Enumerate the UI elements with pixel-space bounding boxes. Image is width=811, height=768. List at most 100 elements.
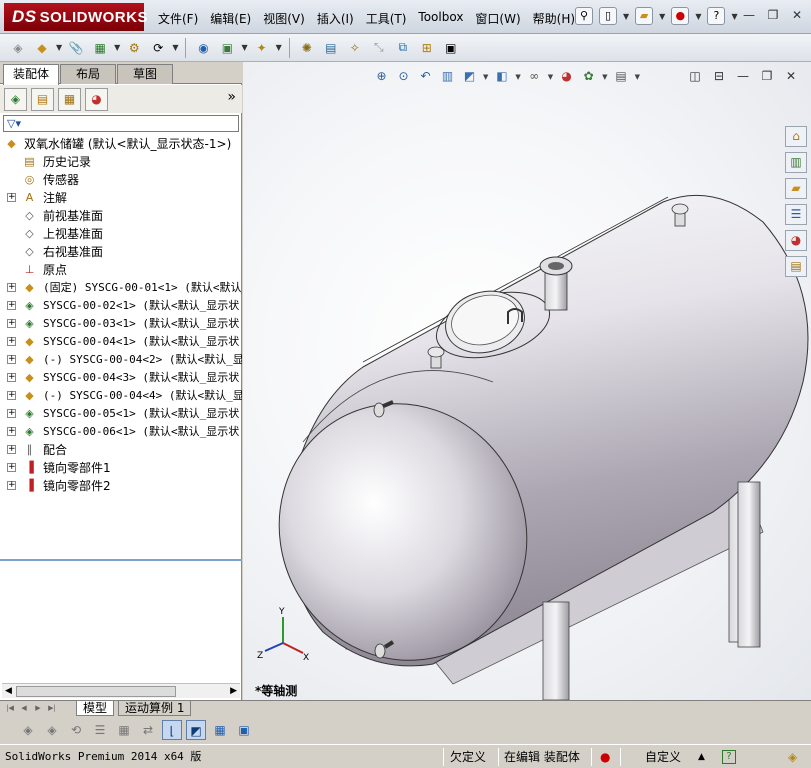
new-motion-study-icon[interactable]: ✺: [297, 38, 317, 58]
last-tab-icon[interactable]: ▶|: [46, 703, 58, 714]
expand-toggle-icon[interactable]: +: [7, 463, 16, 472]
sketch-tool-icon[interactable]: ⌊: [162, 720, 182, 740]
tree-item[interactable]: + ▐ 镜向零部件1: [0, 459, 242, 477]
interference-detection-icon[interactable]: ⧉: [393, 38, 413, 58]
tree-item[interactable]: + ◆ SYSCG-00-04<3> (默认<默认_显示状: [0, 369, 242, 387]
tool-icon-4[interactable]: ☰: [90, 720, 110, 740]
tab-model[interactable]: 模型: [76, 701, 115, 716]
tree-item[interactable]: + ◆ (固定) SYSCG-00-01<1> (默认<默认_: [0, 279, 242, 297]
expand-toggle-icon[interactable]: +: [7, 301, 16, 310]
feature-manager-tree-icon[interactable]: ◈: [4, 87, 27, 111]
restore-icon[interactable]: ❐: [765, 8, 781, 24]
menu-edit[interactable]: 编辑(E): [204, 8, 257, 29]
configuration-manager-icon[interactable]: ▦: [58, 87, 81, 111]
tree-item[interactable]: + ∥ 配合: [0, 441, 242, 459]
horizontal-scrollbar[interactable]: ◀ ▶: [2, 683, 240, 698]
tree-item[interactable]: ◇ 上视基准面: [0, 225, 242, 243]
assembly-features-icon[interactable]: ▣: [217, 38, 237, 58]
solidworks-logo[interactable]: DS SOLIDWORKS: [4, 3, 147, 31]
tool-icon-2[interactable]: ◈: [42, 720, 62, 740]
graphics-area[interactable]: ⊕ ⊙ ↶ ▥ ◩▼ ◧▼ ∞▼ ◕ ✿▼ ▤▼ ◫ ⊟ — ❐ ✕: [243, 62, 811, 700]
first-tab-icon[interactable]: |◀: [4, 703, 16, 714]
bill-of-materials-icon[interactable]: ▤: [321, 38, 341, 58]
tool-icon-3[interactable]: ⟲: [66, 720, 86, 740]
menu-help[interactable]: 帮助(H): [527, 8, 581, 29]
scroll-thumb[interactable]: [16, 686, 176, 697]
tree-item[interactable]: + ▐ 镜向零部件2: [0, 477, 242, 495]
expand-toggle-icon[interactable]: +: [7, 355, 16, 364]
design-library-icon[interactable]: ▥: [785, 152, 807, 173]
appearances-icon[interactable]: ◕: [785, 230, 807, 251]
expand-panel-icon[interactable]: »: [227, 89, 236, 105]
tool-icon-6[interactable]: ⇄: [138, 720, 158, 740]
tab-sketch[interactable]: 草图: [117, 64, 173, 84]
next-tab-icon[interactable]: ▶: [32, 703, 44, 714]
expand-toggle-icon[interactable]: +: [7, 445, 16, 454]
menu-insert[interactable]: 插入(I): [311, 8, 360, 29]
tree-item[interactable]: ◇ 右视基准面: [0, 243, 242, 261]
pin-icon[interactable]: ⚲: [575, 7, 593, 25]
exploded-view-icon[interactable]: ✧: [345, 38, 365, 58]
menu-toolbox[interactable]: Toolbox: [412, 8, 469, 29]
show-hidden-icon[interactable]: ◉: [193, 38, 213, 58]
explode-line-sketch-icon[interactable]: ⤡: [369, 38, 389, 58]
clearance-verification-icon[interactable]: ⊞: [417, 38, 437, 58]
save-view-icon[interactable]: ▣: [234, 720, 254, 740]
expand-toggle-icon[interactable]: +: [7, 427, 16, 436]
rebuild-traffic-icon[interactable]: ●: [600, 748, 610, 766]
expand-toggle-icon[interactable]: +: [7, 481, 16, 490]
tree-item[interactable]: + ◆ SYSCG-00-04<1> (默认<默认_显示状: [0, 333, 242, 351]
new-document-icon[interactable]: ▯: [599, 7, 617, 25]
menu-window[interactable]: 窗口(W): [469, 8, 526, 29]
custom-properties-icon[interactable]: ▤: [785, 256, 807, 277]
smart-fasteners-icon[interactable]: ⚙: [124, 38, 144, 58]
instant3d-icon[interactable]: ▣: [441, 38, 461, 58]
chevron-down-icon[interactable]: ▼: [659, 12, 665, 21]
view-palette-icon[interactable]: ☰: [785, 204, 807, 225]
tab-assembly[interactable]: 装配体: [3, 64, 59, 85]
edit-component-icon[interactable]: ◈: [8, 38, 28, 58]
tree-item[interactable]: + ◈ SYSCG-00-05<1> (默认<默认_显示状: [0, 405, 242, 423]
expand-toggle-icon[interactable]: +: [7, 409, 16, 418]
expand-toggle-icon[interactable]: +: [7, 319, 16, 328]
expand-toggle-icon[interactable]: +: [7, 283, 16, 292]
open-folder-icon[interactable]: ▰: [635, 7, 654, 25]
chevron-down-icon[interactable]: ▼: [114, 43, 120, 52]
menu-tools[interactable]: 工具(T): [360, 8, 413, 29]
prev-tab-icon[interactable]: ◀: [18, 703, 30, 714]
tree-item[interactable]: ◇ 前视基准面: [0, 207, 242, 225]
expand-toggle-icon[interactable]: +: [7, 373, 16, 382]
close-icon[interactable]: ✕: [789, 8, 805, 24]
property-manager-icon[interactable]: ▤: [31, 87, 54, 111]
reference-geometry-icon[interactable]: ✦: [252, 38, 272, 58]
tab-motion-study[interactable]: 运动算例 1: [118, 701, 192, 716]
display-manager-icon[interactable]: ◕: [85, 87, 108, 111]
insert-component-icon[interactable]: ◆: [32, 38, 52, 58]
tree-item[interactable]: ▤ 历史记录: [0, 153, 242, 171]
expand-toggle-icon[interactable]: +: [7, 391, 16, 400]
expand-toggle-icon[interactable]: +: [7, 337, 16, 346]
chevron-down-icon[interactable]: ▼: [172, 43, 178, 52]
chevron-down-icon[interactable]: ▼: [731, 12, 737, 21]
tab-layout[interactable]: 布局: [60, 64, 116, 84]
menu-view[interactable]: 视图(V): [257, 8, 311, 29]
mate-icon[interactable]: 📎: [66, 38, 86, 58]
tree-item[interactable]: ◎ 传感器: [0, 171, 242, 189]
tree-item[interactable]: + A 注解: [0, 189, 242, 207]
move-component-icon[interactable]: ⟳: [148, 38, 168, 58]
units-up-icon[interactable]: ▲: [698, 748, 705, 766]
table-icon[interactable]: ▦: [210, 720, 230, 740]
home-icon[interactable]: ⌂: [785, 126, 807, 147]
tree-root[interactable]: ◆ 双氧水储罐 (默认<默认_显示状态-1>): [0, 135, 242, 153]
tree-item[interactable]: + ◆ (-) SYSCG-00-04<4> (默认<默认_显: [0, 387, 242, 405]
menu-file[interactable]: 文件(F): [152, 8, 204, 29]
file-explorer-icon[interactable]: ▰: [785, 178, 807, 199]
tree-item[interactable]: + ◈ SYSCG-00-03<1> (默认<默认_显示状: [0, 315, 242, 333]
tree-item[interactable]: ⊥ 原点: [0, 261, 242, 279]
scroll-right-icon[interactable]: ▶: [230, 686, 237, 696]
status-units[interactable]: 自定义: [645, 748, 681, 766]
tag-icon[interactable]: ◈: [788, 748, 797, 766]
tree-item[interactable]: + ◈ SYSCG-00-02<1> (默认<默认_显示状: [0, 297, 242, 315]
chevron-down-icon[interactable]: ▼: [695, 12, 701, 21]
3d-view-icon[interactable]: ◩: [186, 720, 206, 740]
